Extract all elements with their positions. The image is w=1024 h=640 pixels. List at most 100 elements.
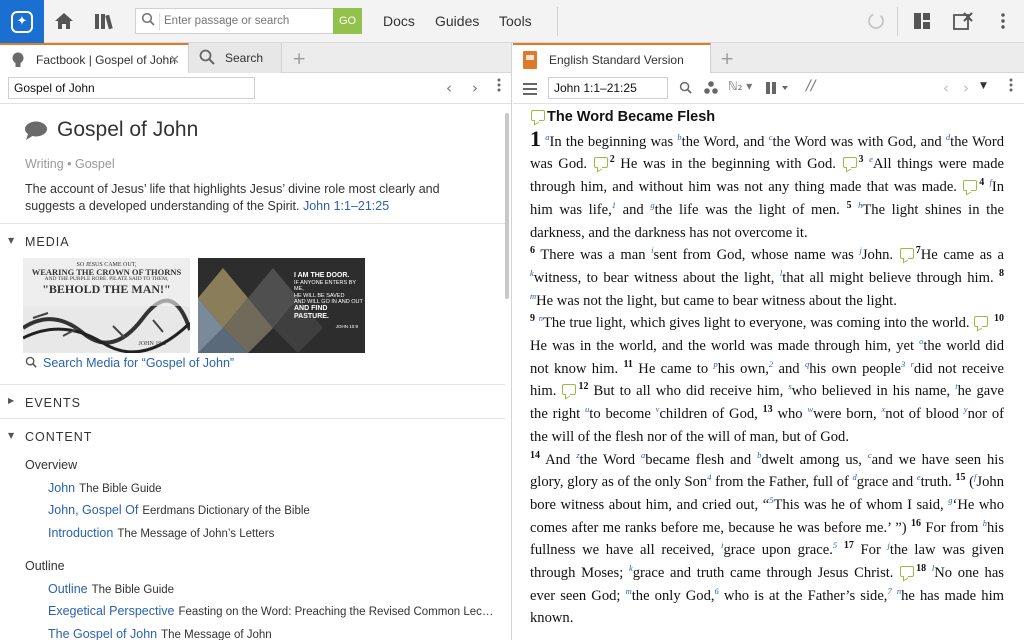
panel-menu-icon[interactable] xyxy=(497,78,501,96)
list-item-source: Feasting on the Word: Preaching the Revi… xyxy=(178,606,494,618)
tab-esv[interactable]: English Standard Version xyxy=(513,43,711,74)
docs-menu[interactable]: Docs xyxy=(383,13,415,29)
toolbar-divider xyxy=(897,7,898,36)
visual-filters-icon[interactable] xyxy=(704,80,718,98)
section-content[interactable]: ▼ CONTENT xyxy=(0,418,505,452)
expand-triangle-icon: ▶ xyxy=(8,396,15,405)
search-divider xyxy=(159,13,160,30)
list-item[interactable]: The Gospel of John The Message of John xyxy=(48,627,272,640)
top-toolbar: ✦ GO Docs Guides Tools xyxy=(0,0,1024,43)
add-tab-icon[interactable]: + xyxy=(720,49,734,69)
back-arrow-icon[interactable]: ‹ xyxy=(446,79,452,97)
search-icon xyxy=(25,356,37,368)
toolbar-divider xyxy=(557,7,558,36)
forward-arrow-icon[interactable]: › xyxy=(472,79,478,97)
search-icon[interactable] xyxy=(679,80,692,98)
app-logo-button[interactable]: ✦ xyxy=(0,0,44,43)
list-item[interactable]: John, Gospel Of Eerdmans Dictionary of th… xyxy=(48,503,310,517)
book-cover-icon xyxy=(523,51,539,69)
layout-icon[interactable] xyxy=(910,10,934,32)
entry-description: The account of Jesus’ life that highligh… xyxy=(25,181,455,215)
bible-reference-input[interactable]: John 1:1–21:25 xyxy=(548,77,668,99)
library-icon[interactable] xyxy=(93,10,117,32)
forward-arrow-icon[interactable]: › xyxy=(963,79,969,97)
media-caption-ref: JOHN 10:9 xyxy=(335,324,358,330)
columns-icon[interactable] xyxy=(766,80,790,98)
factbook-reference-input[interactable]: Gospel of John xyxy=(8,77,255,99)
media-caption-line: "BEHOLD THE MAN!" xyxy=(42,281,171,296)
media-caption-line: AND FIND PASTURE. xyxy=(294,305,329,321)
section-events[interactable]: ▶ EVENTS xyxy=(0,384,505,418)
left-tabstrip: Factbook | Gospel of John ✕ Search + xyxy=(0,43,511,74)
guides-menu[interactable]: Guides xyxy=(435,13,479,29)
search-icon xyxy=(199,49,215,65)
passage-search-input[interactable] xyxy=(164,11,329,31)
list-item-source: The Message of John xyxy=(161,629,272,640)
add-tab-icon[interactable]: + xyxy=(292,49,306,69)
list-item-source: The Message of John’s Letters xyxy=(117,528,275,540)
section-title: CONTENT xyxy=(25,430,93,444)
interlinear-icon[interactable]: ℕ₂ ▾ xyxy=(728,79,752,93)
content-group-label: Outline xyxy=(25,559,65,573)
tab-label: English Standard Version xyxy=(549,53,684,67)
go-button[interactable]: GO xyxy=(333,8,362,34)
comment-icon[interactable] xyxy=(900,566,915,578)
scrollbar[interactable] xyxy=(505,113,509,299)
home-icon[interactable] xyxy=(52,10,76,32)
panel-menu-icon[interactable] xyxy=(1009,78,1013,96)
media-caption-line: I AM THE DOOR. xyxy=(294,272,350,279)
comment-icon[interactable] xyxy=(963,180,978,192)
description-link[interactable]: John 1:1–21:25 xyxy=(303,199,389,213)
section-heading: The Word Became Flesh xyxy=(530,106,1004,129)
media-search-link[interactable]: Search Media for “Gospel of John” xyxy=(25,356,234,370)
comment-icon[interactable] xyxy=(593,157,608,169)
parallel-icon[interactable]: // xyxy=(806,78,815,94)
factbook-subbar: Gospel of John ‹ › xyxy=(0,73,511,104)
section-title: EVENTS xyxy=(25,396,82,410)
comment-icon[interactable] xyxy=(531,110,545,121)
tab-search[interactable]: Search xyxy=(189,43,282,73)
list-item-link[interactable]: Outline xyxy=(48,582,88,596)
list-item-link[interactable]: Introduction xyxy=(48,526,113,540)
more-menu-icon[interactable] xyxy=(991,10,1015,32)
comment-icon[interactable] xyxy=(974,316,989,328)
hamburger-menu-icon[interactable] xyxy=(523,81,537,99)
factbook-content: Gospel of John Writing • Gospel The acco… xyxy=(0,104,511,640)
section-media[interactable]: ▼ MEDIA xyxy=(0,223,505,257)
list-item[interactable]: Outline The Bible Guide xyxy=(48,582,174,596)
passage-search-box xyxy=(135,8,333,34)
list-item-link[interactable]: John, Gospel Of xyxy=(48,503,138,517)
tab-label: Search xyxy=(225,51,264,65)
search-icon xyxy=(141,12,155,30)
sync-icon[interactable] xyxy=(864,10,888,32)
lightbulb-icon xyxy=(10,51,26,67)
media-search-label: Search Media for “Gospel of John” xyxy=(43,356,235,370)
list-item[interactable]: John The Bible Guide xyxy=(48,481,162,495)
content-group-label: Overview xyxy=(25,458,78,472)
list-item-link[interactable]: The Gospel of John xyxy=(48,627,157,640)
list-item-source: The Bible Guide xyxy=(91,584,175,596)
media-image[interactable]: I AM THE DOOR. IF ANYONE ENTERS BY ME, H… xyxy=(198,258,365,353)
right-tabstrip: English Standard Version + xyxy=(513,43,1024,74)
entry-type: Writing • Gospel xyxy=(25,157,115,171)
factbook-panel: Factbook | Gospel of John ✕ Search + Gos… xyxy=(0,43,512,640)
list-item[interactable]: Introduction The Message of John’s Letter… xyxy=(48,526,274,540)
section-title: MEDIA xyxy=(25,235,70,249)
list-item-source: The Bible Guide xyxy=(79,483,162,495)
list-item-source: Eerdmans Dictionary of the Bible xyxy=(142,505,310,517)
app-logo-icon: ✦ xyxy=(11,10,33,33)
close-panels-icon[interactable] xyxy=(951,10,975,32)
media-image[interactable]: SO JESUS CAME OUT, WEARING THE CROWN OF … xyxy=(23,258,190,353)
media-caption-ref: JOHN 19:5 xyxy=(138,341,166,347)
tools-menu[interactable]: Tools xyxy=(499,13,532,29)
tab-factbook[interactable]: Factbook | Gospel of John ✕ xyxy=(0,43,189,74)
dropdown-caret-icon[interactable]: ▼ xyxy=(980,81,987,91)
comment-icon[interactable] xyxy=(899,248,914,260)
comment-icon[interactable] xyxy=(842,157,857,169)
comment-icon[interactable] xyxy=(562,384,577,396)
list-item-link[interactable]: John xyxy=(48,481,75,495)
list-item-link[interactable]: Exegetical Perspective xyxy=(48,604,174,618)
back-arrow-icon[interactable]: ‹ xyxy=(943,79,949,97)
close-icon[interactable]: ✕ xyxy=(169,52,180,68)
list-item[interactable]: Exegetical Perspective Feasting on the Wo… xyxy=(48,604,493,618)
